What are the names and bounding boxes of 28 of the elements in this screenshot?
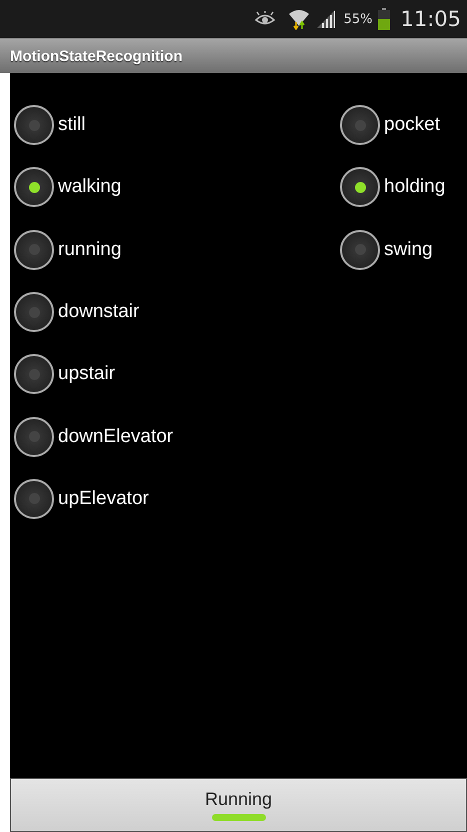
eye-icon bbox=[254, 11, 276, 27]
radio-label[interactable]: upstair bbox=[58, 363, 116, 386]
radio-button[interactable] bbox=[14, 292, 54, 332]
signal-icon bbox=[316, 10, 336, 28]
radio-button[interactable] bbox=[340, 105, 380, 146]
clock-time: 11:05 bbox=[400, 7, 461, 31]
radio-button[interactable] bbox=[14, 416, 54, 457]
battery-icon bbox=[378, 8, 390, 30]
radio-button[interactable] bbox=[14, 478, 54, 519]
radio-label[interactable]: walking bbox=[58, 176, 122, 198]
app-title: MotionStateRecognition bbox=[10, 48, 182, 64]
radio-button[interactable] bbox=[14, 230, 54, 270]
radio-label[interactable]: holding bbox=[384, 176, 446, 198]
radio-label[interactable]: downElevator bbox=[58, 426, 174, 448]
radio-label[interactable]: swing bbox=[384, 238, 433, 261]
radio-button[interactable] bbox=[340, 230, 380, 270]
radio-label[interactable]: running bbox=[58, 238, 122, 261]
radio-button[interactable] bbox=[340, 167, 380, 208]
battery-percent: 55% bbox=[344, 12, 372, 26]
radio-label[interactable]: still bbox=[58, 114, 86, 136]
radio-label[interactable]: downstair bbox=[58, 301, 140, 324]
radio-label[interactable]: upElevator bbox=[58, 488, 149, 510]
toggle-button[interactable]: Running bbox=[10, 778, 467, 832]
radio-label[interactable]: pocket bbox=[384, 114, 440, 136]
radio-button[interactable] bbox=[14, 354, 54, 394]
radio-button[interactable] bbox=[14, 167, 54, 208]
wifi-icon bbox=[288, 8, 310, 30]
radio-button[interactable] bbox=[14, 105, 54, 146]
